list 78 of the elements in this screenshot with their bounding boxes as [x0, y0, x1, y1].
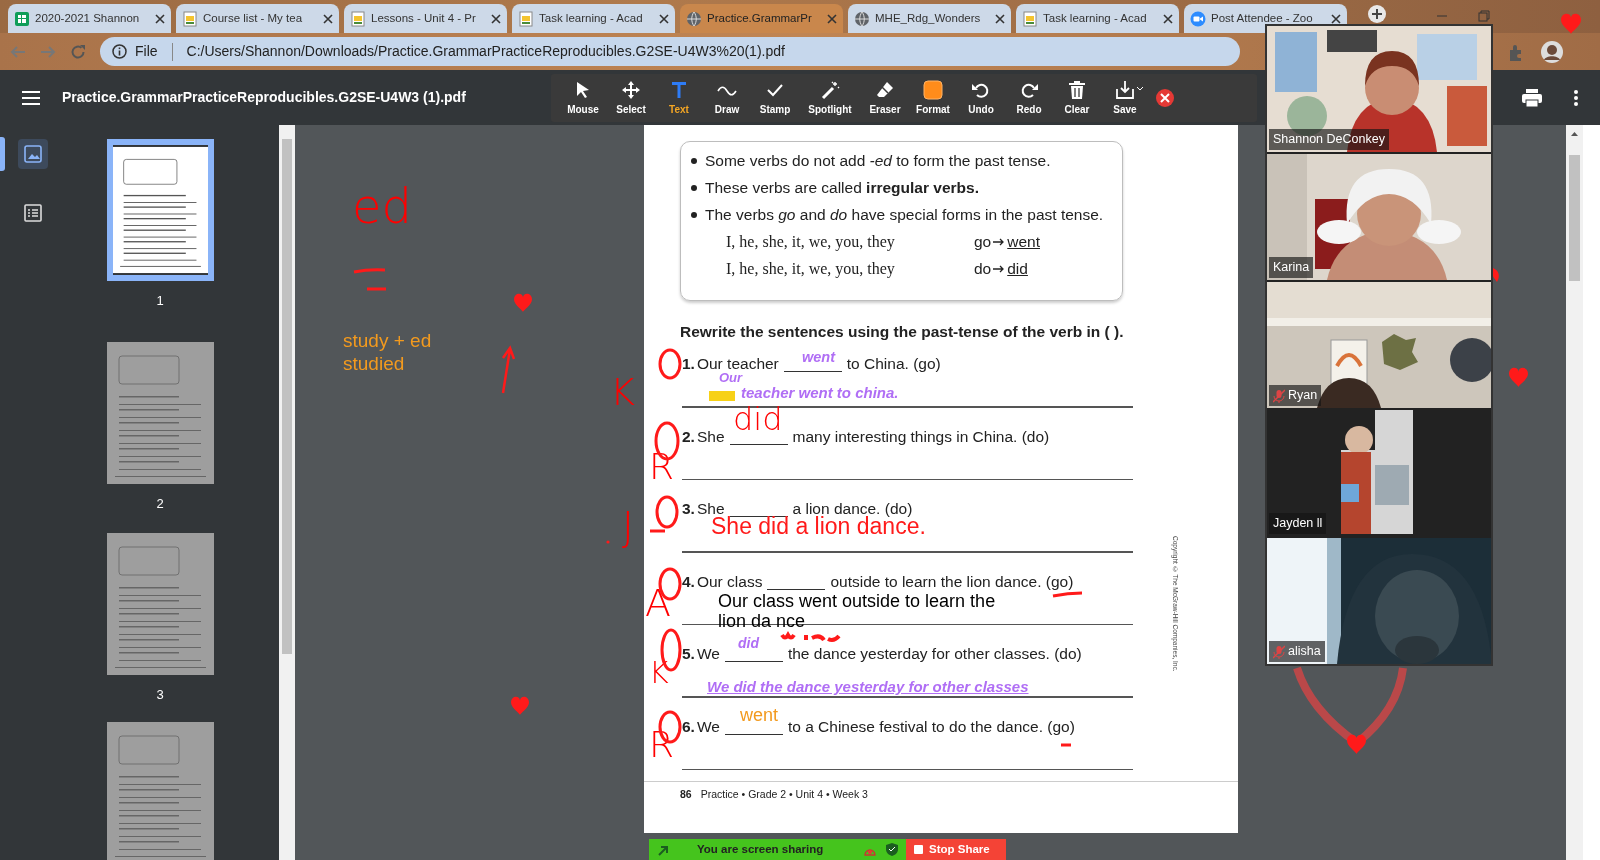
annotation-text: went — [740, 706, 779, 726]
toolbar-button[interactable]: Text — [655, 76, 703, 120]
question-number: 4. — [682, 571, 695, 592]
handwritten-text: A — [645, 583, 671, 625]
toolbar-button[interactable]: Draw — [703, 76, 751, 120]
toolbar-button[interactable]: Eraser — [861, 76, 909, 120]
annotation-text: Our class went outside to learn the — [718, 592, 996, 612]
toolbar-button[interactable]: Spotlight — [799, 76, 861, 120]
browser-tab[interactable]: Practice.GrammarPr — [680, 4, 843, 33]
page-number: 2 — [156, 495, 164, 513]
browser-tab[interactable]: Task learning - Acad — [1016, 4, 1179, 33]
question-text: to China. (go) — [846, 354, 941, 375]
toolbar-button[interactable]: Select — [607, 76, 655, 120]
past-tense-text: did — [1007, 258, 1028, 279]
rule-text: The verbs go and do have special forms in the past tense. — [705, 204, 1104, 225]
participant-name: Karina — [1273, 259, 1310, 277]
file-name: Practice.GrammarPracticeReproducibles.G2SE-U4W3 (1).pdf — [62, 88, 466, 107]
annotation-text: went — [802, 350, 836, 366]
question-text: We — [696, 716, 720, 737]
annotation-text: did — [738, 636, 759, 652]
toolbar-button[interactable]: Stamp — [751, 76, 799, 120]
question-text: many interesting things in China. (do) — [792, 426, 1050, 447]
address-bar[interactable]: File C:/Users/Shannon/Downloads/Practice.GrammarPracticeReproducibles.G2SE-U4W3%20(1).pdf — [100, 37, 1240, 66]
question-text: Our teacher — [696, 354, 779, 373]
handwritten-text: R — [649, 447, 674, 487]
browser-tab[interactable]: Task learning - Acad — [512, 4, 675, 33]
participant-name: Jayden ll — [1273, 515, 1323, 533]
participant-name: Shannon DeConkey — [1273, 131, 1385, 149]
page-number: 86 — [680, 787, 692, 802]
question-number: 5. — [682, 644, 695, 665]
annotation-text: teacher went to china. — [741, 385, 899, 402]
toolbar-button[interactable]: Undo — [957, 76, 1005, 120]
toolbar-button[interactable]: Save — [1101, 76, 1149, 120]
sharing-status-text: You are screen sharing — [697, 841, 824, 857]
question-text: We — [696, 644, 720, 665]
toolbar-button[interactable]: Redo — [1005, 76, 1053, 120]
handwritten-text: did — [733, 402, 783, 438]
pronoun-list: I, he, she, it, we, you, they — [726, 229, 974, 254]
participant-name: alisha — [1288, 643, 1321, 661]
browser-tab[interactable]: MHE_Rdg_Wonders — [848, 4, 1011, 33]
question-text: She — [696, 499, 725, 518]
annotation-text: We did the dance yesterday for other classes — [707, 679, 1029, 696]
handwritten-text: J — [622, 505, 634, 549]
annotation-text: study + ed — [343, 331, 432, 352]
rule-text: These verbs are called irregular verbs. — [705, 177, 979, 198]
question-number: 2. — [682, 426, 695, 447]
annotation-text: studied — [343, 354, 405, 375]
browser-tab[interactable]: Lessons - Unit 4 - Pr — [344, 4, 507, 33]
verb-text: do — [974, 258, 992, 279]
toolbar-button[interactable]: Mouse — [559, 76, 607, 120]
question-text: the dance yesterday for other classes. (do) — [787, 644, 1082, 665]
url-text: C:/Users/Shannon/Downloads/Practice.GrammarPracticeReproducibles.G2SE-U4W3%20(1).pdf — [186, 42, 785, 61]
browser-tab[interactable]: 2020-2021 Shannon — [8, 4, 171, 33]
browser-tab[interactable]: Course list - My tea — [176, 4, 339, 33]
question-text: Our class — [696, 571, 763, 592]
page-number: 1 — [156, 292, 164, 310]
toolbar-button[interactable]: Format — [909, 76, 957, 120]
rule-text: Some verbs do not add -ed to form the past tense. — [705, 150, 1051, 171]
question-text: She — [696, 426, 725, 447]
footer-text: Practice • Grade 2 • Unit 4 • Week 3 — [700, 787, 868, 802]
past-tense-text: went — [1007, 231, 1040, 252]
question-number: 1. — [682, 354, 695, 375]
question-text: outside to learn the lion dance. (go) — [830, 571, 1074, 592]
handwritten-text: ed — [352, 180, 412, 233]
question-number: 6. — [682, 716, 695, 737]
instruction-text: Rewrite the sentences using the past-tense of the verb in ( ). — [680, 322, 1124, 342]
page-number: 3 — [156, 686, 164, 704]
toolbar-button[interactable]: Clear — [1053, 76, 1101, 120]
participant-name: Ryan — [1288, 387, 1318, 405]
question-number: 3. — [682, 499, 695, 520]
pronoun-list: I, he, she, it, we, you, they — [726, 256, 974, 281]
annotation-text: Our — [719, 371, 743, 386]
scheme-label: File — [135, 42, 158, 61]
handwritten-text: K — [649, 656, 669, 689]
verb-text: go — [974, 231, 992, 252]
handwritten-text: K — [610, 372, 635, 414]
question-text: to a Chinese festival to do the dance. (go) — [787, 716, 1075, 737]
stop-share-button[interactable]: Stop Share — [906, 839, 1006, 860]
